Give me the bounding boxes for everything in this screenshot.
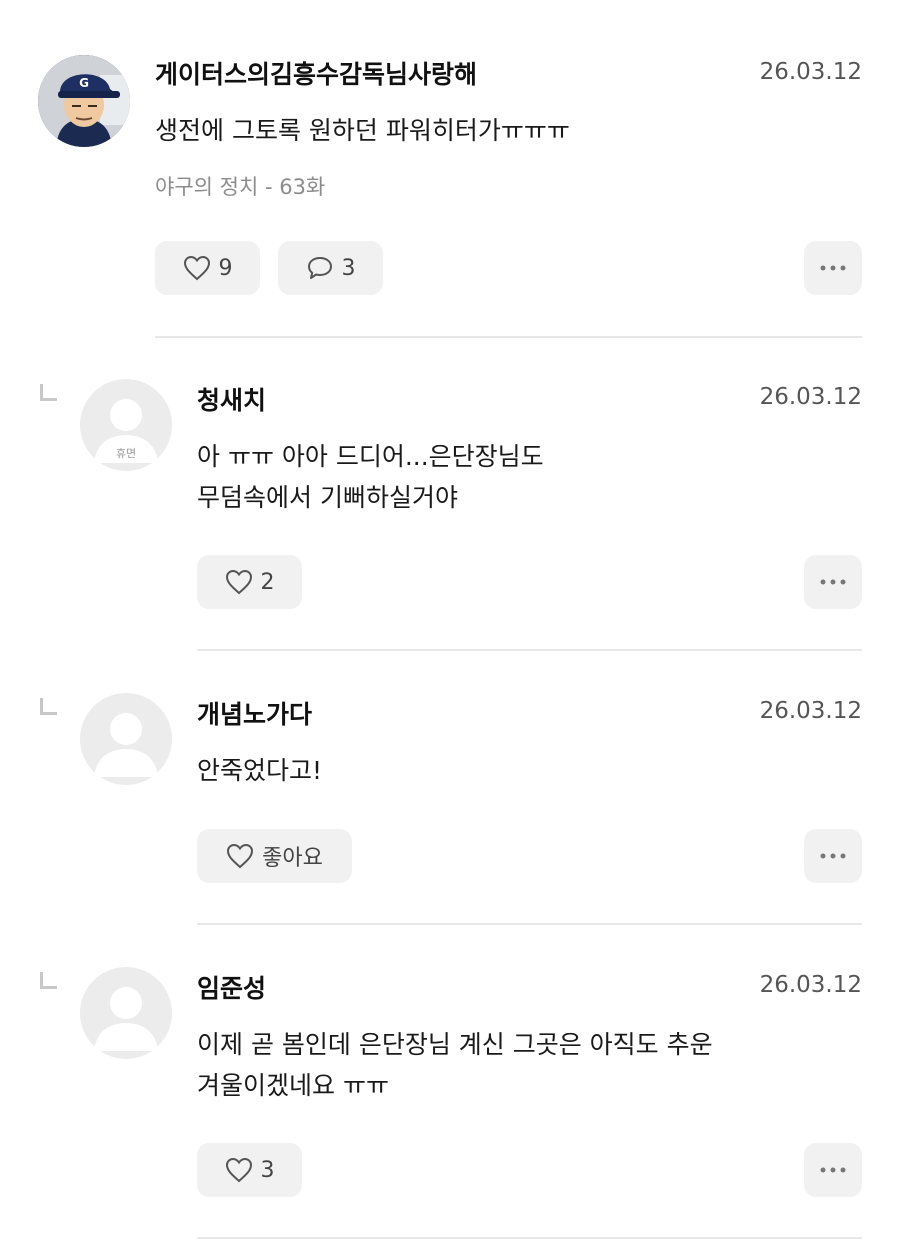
comment-date: 26.03.12 bbox=[759, 59, 862, 85]
reply-count: 3 bbox=[341, 255, 356, 281]
comment-text: 이제 곧 봄인데 은단장님 계신 그곳은 아직도 추운 겨울이겠네요 ㅠㅠ bbox=[197, 1030, 713, 1100]
svg-text:G: G bbox=[79, 76, 89, 90]
avatar[interactable] bbox=[80, 693, 172, 785]
like-button[interactable]: 3 bbox=[197, 1143, 302, 1197]
episode-link[interactable]: 야구의 정치 - 63화 bbox=[155, 171, 325, 201]
reply-corner-icon bbox=[40, 698, 57, 715]
default-avatar-icon bbox=[94, 987, 158, 1051]
more-dots-icon bbox=[820, 853, 846, 859]
like-button[interactable]: 9 bbox=[155, 241, 260, 295]
comment-date: 26.03.12 bbox=[759, 698, 862, 724]
comment-text: 아 ㅠㅠ 아아 드디어...은단장님도 무덤속에서 기뻐하실거야 bbox=[197, 442, 544, 512]
comment-username[interactable]: 임준성 bbox=[197, 969, 266, 1005]
avatar[interactable]: 휴면 bbox=[80, 379, 172, 471]
like-count: 2 bbox=[260, 569, 275, 595]
divider bbox=[197, 923, 862, 925]
speech-bubble-icon bbox=[307, 257, 332, 279]
comment-username[interactable]: 게이터스의김흥수감독님사랑해 bbox=[155, 55, 477, 91]
comment-date: 26.03.12 bbox=[759, 384, 862, 410]
more-dots-icon bbox=[820, 579, 846, 585]
heart-outline-icon bbox=[227, 843, 254, 869]
avatar[interactable]: G bbox=[38, 55, 130, 147]
default-avatar-icon bbox=[94, 713, 158, 777]
comment-date: 26.03.12 bbox=[759, 972, 862, 998]
user-avatar-image: G bbox=[38, 55, 130, 147]
comment-text: 생전에 그토록 원하던 파워히터가ㅠㅠㅠ bbox=[155, 116, 570, 145]
heart-outline-icon bbox=[225, 569, 252, 595]
more-dots-icon bbox=[820, 265, 846, 271]
more-options-button[interactable] bbox=[804, 555, 862, 609]
comment-text: 안죽었다고! bbox=[197, 756, 323, 785]
comment-username[interactable]: 개념노가다 bbox=[197, 695, 312, 731]
reply-button[interactable]: 3 bbox=[278, 241, 383, 295]
like-button[interactable]: 좋아요 bbox=[197, 829, 352, 883]
like-count: 3 bbox=[260, 1157, 275, 1183]
comment-username[interactable]: 청새치 bbox=[197, 381, 266, 417]
more-options-button[interactable] bbox=[804, 829, 862, 883]
reply-corner-icon bbox=[40, 972, 57, 989]
divider bbox=[197, 649, 862, 651]
divider bbox=[197, 1237, 862, 1239]
dormant-badge: 휴면 bbox=[115, 447, 137, 460]
reply-corner-icon bbox=[40, 384, 57, 401]
more-options-button[interactable] bbox=[804, 241, 862, 295]
heart-outline-icon bbox=[225, 1157, 252, 1183]
more-options-button[interactable] bbox=[804, 1143, 862, 1197]
avatar[interactable] bbox=[80, 967, 172, 1059]
like-label: 좋아요 bbox=[262, 846, 323, 871]
divider bbox=[155, 336, 862, 338]
more-dots-icon bbox=[820, 1167, 846, 1173]
heart-outline-icon bbox=[183, 255, 210, 281]
like-button[interactable]: 2 bbox=[197, 555, 302, 609]
like-count: 9 bbox=[218, 255, 233, 281]
